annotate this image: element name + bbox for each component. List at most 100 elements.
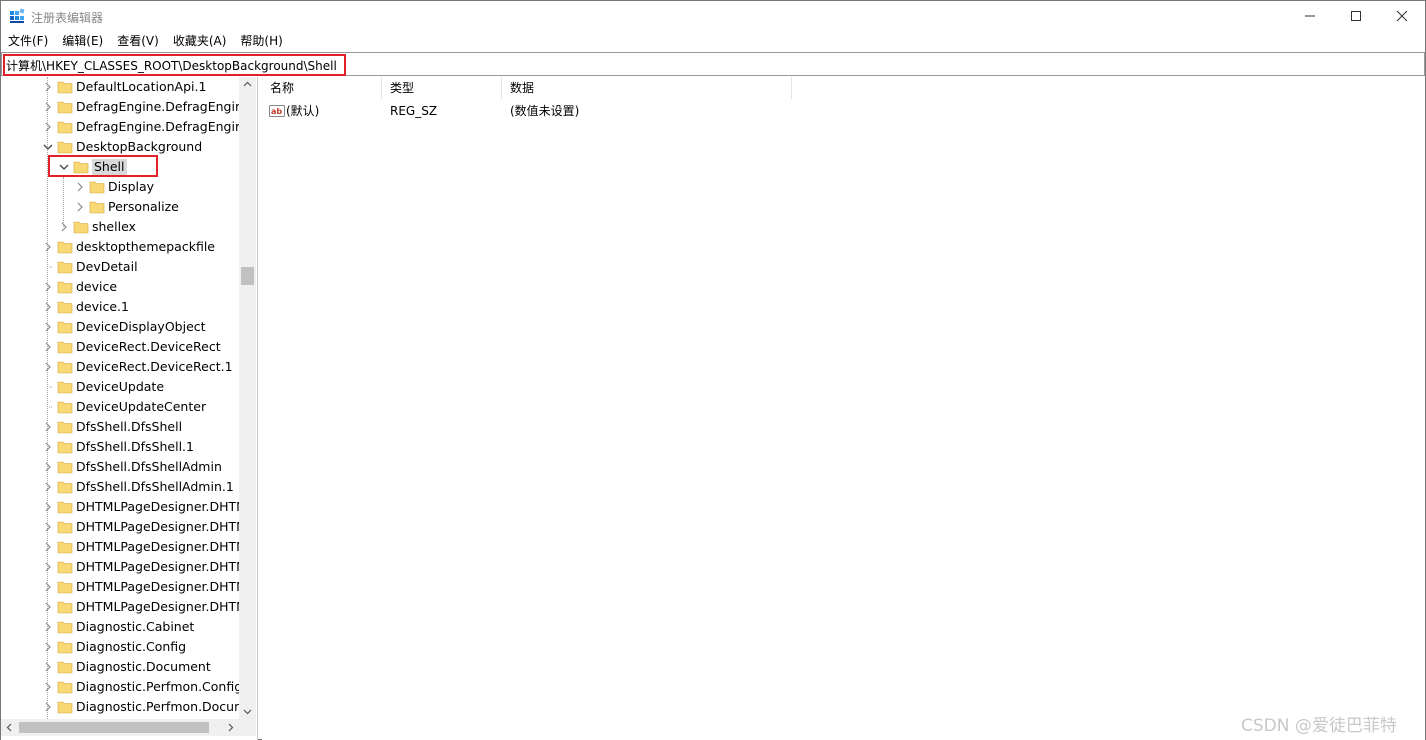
chevron-right-icon[interactable] — [41, 479, 55, 495]
tree-item[interactable]: DfsShell.DfsShellAdmin — [1, 457, 239, 477]
value-list-pane[interactable]: 名称 类型 数据 ab (默认) REG_SZ (数值未设置) — [262, 77, 1425, 740]
chevron-right-icon[interactable] — [41, 459, 55, 475]
tree-vertical-scrollbar[interactable] — [239, 77, 256, 719]
chevron-right-icon[interactable] — [41, 639, 55, 655]
minimize-button[interactable] — [1287, 1, 1333, 31]
tree-item-label: DHTMLPageDesigner.DHTM — [76, 559, 239, 574]
folder-icon — [57, 421, 73, 434]
column-header-data[interactable]: 数据 — [502, 77, 792, 99]
tree-item-label: Diagnostic.Document — [76, 659, 211, 674]
value-row[interactable]: ab (默认) REG_SZ (数值未设置) — [262, 101, 792, 121]
scroll-left-icon[interactable] — [6, 723, 12, 732]
tree-item[interactable]: DHTMLPageDesigner.DHTM — [1, 597, 239, 617]
folder-icon — [57, 401, 73, 414]
title-bar: 注册表编辑器 — [1, 1, 1425, 31]
menu-file[interactable]: 文件(F) — [1, 31, 55, 51]
tree-item[interactable]: DefragEngine.DefragEngine. — [1, 117, 239, 137]
chevron-right-icon[interactable] — [41, 299, 55, 315]
chevron-right-icon[interactable] — [41, 499, 55, 515]
chevron-down-icon[interactable] — [41, 139, 55, 155]
tree-item[interactable]: Diagnostic.Config — [1, 637, 239, 657]
tree-item[interactable]: DHTMLPageDesigner.DHTM — [1, 577, 239, 597]
chevron-right-icon[interactable] — [73, 199, 87, 215]
tree-item[interactable]: device — [1, 277, 239, 297]
tree-item[interactable]: Diagnostic.Perfmon.Docume — [1, 697, 239, 717]
menu-edit[interactable]: 编辑(E) — [55, 31, 110, 51]
folder-icon — [57, 241, 73, 254]
tree-item-label: shellex — [92, 219, 136, 234]
tree-item[interactable]: DesktopBackground — [1, 137, 239, 157]
chevron-right-icon[interactable] — [41, 519, 55, 535]
tree-item[interactable]: DHTMLPageDesigner.DHTM — [1, 497, 239, 517]
address-bar[interactable]: 计算机\HKEY_CLASSES_ROOT\DesktopBackground\… — [1, 52, 1425, 76]
tree-horizontal-scroll-thumb[interactable] — [19, 722, 209, 733]
chevron-right-icon[interactable] — [41, 339, 55, 355]
tree-item-label: Diagnostic.Perfmon.Docume — [76, 699, 239, 714]
tree-item[interactable]: Diagnostic.Perfmon.Config — [1, 677, 239, 697]
tree-item[interactable]: DefragEngine.DefragEngine — [1, 97, 239, 117]
chevron-right-icon[interactable] — [41, 119, 55, 135]
chevron-right-icon[interactable] — [41, 439, 55, 455]
chevron-right-icon[interactable] — [41, 79, 55, 95]
tree-item[interactable]: DeviceRect.DeviceRect.1 — [1, 357, 239, 377]
chevron-right-icon[interactable] — [41, 99, 55, 115]
tree-item[interactable]: Diagnostic.Document — [1, 657, 239, 677]
tree-item[interactable]: DeviceDisplayObject — [1, 317, 239, 337]
folder-icon — [57, 261, 73, 274]
chevron-right-icon[interactable] — [41, 359, 55, 375]
tree-item[interactable]: desktopthemepackfile — [1, 237, 239, 257]
column-header-type[interactable]: 类型 — [382, 77, 502, 99]
chevron-right-icon[interactable] — [41, 599, 55, 615]
tree-item[interactable]: DeviceUpdate — [1, 377, 239, 397]
tree-horizontal-scrollbar[interactable] — [1, 719, 239, 736]
maximize-button[interactable] — [1333, 1, 1379, 31]
folder-icon — [57, 541, 73, 554]
tree-item-label: device — [76, 279, 118, 294]
chevron-right-icon[interactable] — [41, 579, 55, 595]
tree-item[interactable]: DeviceRect.DeviceRect — [1, 337, 239, 357]
folder-icon — [89, 201, 105, 214]
menu-help[interactable]: 帮助(H) — [233, 31, 289, 51]
chevron-right-icon[interactable] — [41, 679, 55, 695]
tree-vertical-scroll-thumb[interactable] — [241, 267, 254, 285]
tree-item[interactable]: DHTMLPageDesigner.DHTM — [1, 537, 239, 557]
chevron-right-icon[interactable] — [41, 659, 55, 675]
chevron-right-icon[interactable] — [73, 179, 87, 195]
menu-favorites[interactable]: 收藏夹(A) — [166, 31, 234, 51]
tree-item[interactable]: DHTMLPageDesigner.DHTM — [1, 517, 239, 537]
tree-item[interactable]: DfsShell.DfsShell — [1, 417, 239, 437]
chevron-right-icon[interactable] — [41, 279, 55, 295]
tree-item[interactable]: DfsShell.DfsShellAdmin.1 — [1, 477, 239, 497]
tree-item[interactable]: DeviceUpdateCenter — [1, 397, 239, 417]
scroll-up-icon[interactable] — [243, 81, 252, 87]
tree-item[interactable]: Personalize — [1, 197, 239, 217]
chevron-right-icon[interactable] — [41, 419, 55, 435]
chevron-right-icon[interactable] — [41, 239, 55, 255]
tree-item[interactable]: DevDetail — [1, 257, 239, 277]
key-tree-pane[interactable]: DefaultLocationApi.1 DefragEngine.DefragE… — [1, 77, 258, 740]
tree-item[interactable]: Display — [1, 177, 239, 197]
scroll-down-icon[interactable] — [243, 709, 252, 715]
chevron-right-icon[interactable] — [57, 219, 71, 235]
chevron-right-icon[interactable] — [41, 319, 55, 335]
tree-item[interactable]: DfsShell.DfsShell.1 — [1, 437, 239, 457]
tree-item[interactable]: device.1 — [1, 297, 239, 317]
chevron-right-icon[interactable] — [41, 559, 55, 575]
tree-item-label: Display — [108, 179, 155, 194]
chevron-right-icon[interactable] — [41, 699, 55, 715]
scrollbar-corner — [239, 719, 256, 736]
folder-icon — [57, 321, 73, 334]
tree-item[interactable]: shellex — [1, 217, 239, 237]
chevron-right-icon[interactable] — [41, 619, 55, 635]
scroll-right-icon[interactable] — [228, 723, 234, 732]
tree-item-label: Diagnostic.Config — [76, 639, 187, 654]
tree-item[interactable]: DHTMLPageDesigner.DHTM — [1, 557, 239, 577]
column-header-name[interactable]: 名称 — [262, 77, 382, 99]
tree-item[interactable]: DefaultLocationApi.1 — [1, 77, 239, 97]
chevron-right-icon[interactable] — [41, 539, 55, 555]
tree-item[interactable]: Diagnostic.Cabinet — [1, 617, 239, 637]
tree-item-label: device.1 — [76, 299, 129, 314]
menu-view[interactable]: 查看(V) — [110, 31, 166, 51]
tree-item-label: DfsShell.DfsShellAdmin.1 — [76, 479, 234, 494]
close-button[interactable] — [1379, 1, 1425, 31]
